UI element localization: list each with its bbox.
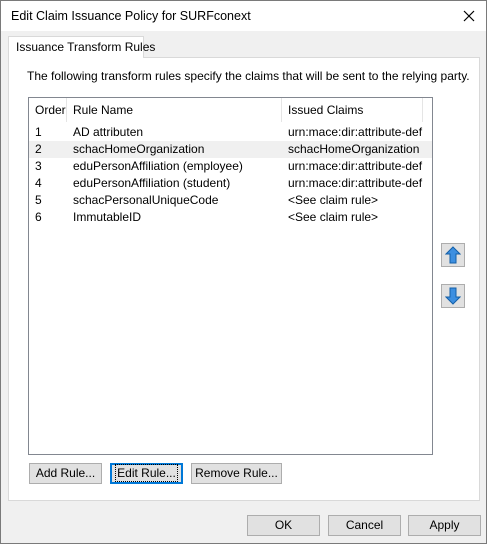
arrow-up-icon	[445, 246, 461, 264]
tab-panel: The following transform rules specify th…	[8, 57, 480, 501]
table-row-selected[interactable]: 2 schacHomeOrganization schacHomeOrganiz…	[29, 141, 432, 158]
panel-description: The following transform rules specify th…	[27, 69, 470, 83]
cell-rule-name: eduPersonAffiliation (employee)	[73, 159, 243, 173]
list-header: Order Rule Name Issued Claims	[29, 98, 432, 123]
arrow-down-icon	[445, 287, 461, 305]
title-bar[interactable]: Edit Claim Issuance Policy for SURFconex…	[1, 1, 486, 31]
cell-issued-claims: urn:mace:dir:attribute-def:...	[288, 159, 423, 173]
cell-rule-name: AD attributen	[73, 125, 144, 139]
cell-rule-name: eduPersonAffiliation (student)	[73, 176, 231, 190]
cell-order: 2	[35, 142, 42, 156]
rules-list[interactable]: Order Rule Name Issued Claims 1 AD attri…	[28, 97, 433, 455]
column-header-issued-claims[interactable]: Issued Claims	[282, 98, 423, 122]
column-header-rule-name[interactable]: Rule Name	[67, 98, 282, 122]
cell-order: 4	[35, 176, 42, 190]
cell-issued-claims: schacHomeOrganization	[288, 142, 420, 156]
move-up-button[interactable]	[441, 243, 465, 267]
column-header-order[interactable]: Order	[29, 98, 67, 122]
table-row[interactable]: 4 eduPersonAffiliation (student) urn:mac…	[29, 175, 432, 192]
cell-issued-claims: urn:mace:dir:attribute-def:...	[288, 176, 423, 190]
close-icon	[463, 10, 475, 22]
move-down-button[interactable]	[441, 284, 465, 308]
table-row[interactable]: 3 eduPersonAffiliation (employee) urn:ma…	[29, 158, 432, 175]
cancel-label: Cancel	[345, 518, 384, 532]
table-row[interactable]: 6 ImmutableID <See claim rule>	[29, 209, 432, 226]
cancel-button[interactable]: Cancel	[328, 515, 401, 536]
cell-rule-name: schacHomeOrganization	[73, 142, 205, 156]
cell-order: 6	[35, 210, 42, 224]
edit-rule-label: Edit Rule...	[115, 464, 178, 482]
close-button[interactable]	[452, 1, 486, 31]
add-rule-label: Add Rule...	[35, 466, 96, 480]
tab-label: Issuance Transform Rules	[16, 40, 156, 54]
edit-rule-button[interactable]: Edit Rule...	[110, 463, 183, 484]
ok-button[interactable]: OK	[247, 515, 320, 536]
cell-order: 3	[35, 159, 42, 173]
cell-issued-claims: <See claim rule>	[288, 210, 379, 224]
ok-label: OK	[274, 518, 293, 532]
remove-rule-button[interactable]: Remove Rule...	[191, 463, 282, 484]
cell-order: 1	[35, 125, 42, 139]
cell-rule-name: ImmutableID	[73, 210, 142, 224]
cell-order: 5	[35, 193, 42, 207]
table-row[interactable]: 1 AD attributen urn:mace:dir:attribute-d…	[29, 124, 432, 141]
remove-rule-label: Remove Rule...	[195, 466, 278, 480]
table-row[interactable]: 5 schacPersonalUniqueCode <See claim rul…	[29, 192, 432, 209]
cell-issued-claims: urn:mace:dir:attribute-def:...	[288, 125, 423, 139]
add-rule-button[interactable]: Add Rule...	[29, 463, 102, 484]
window-title: Edit Claim Issuance Policy for SURFconex…	[11, 9, 251, 23]
cell-issued-claims: <See claim rule>	[288, 193, 379, 207]
apply-label: Apply	[429, 518, 460, 532]
dialog-window: Edit Claim Issuance Policy for SURFconex…	[0, 0, 487, 544]
tab-issuance-transform-rules[interactable]: Issuance Transform Rules	[8, 36, 155, 58]
apply-button[interactable]: Apply	[408, 515, 481, 536]
cell-rule-name: schacPersonalUniqueCode	[73, 193, 219, 207]
